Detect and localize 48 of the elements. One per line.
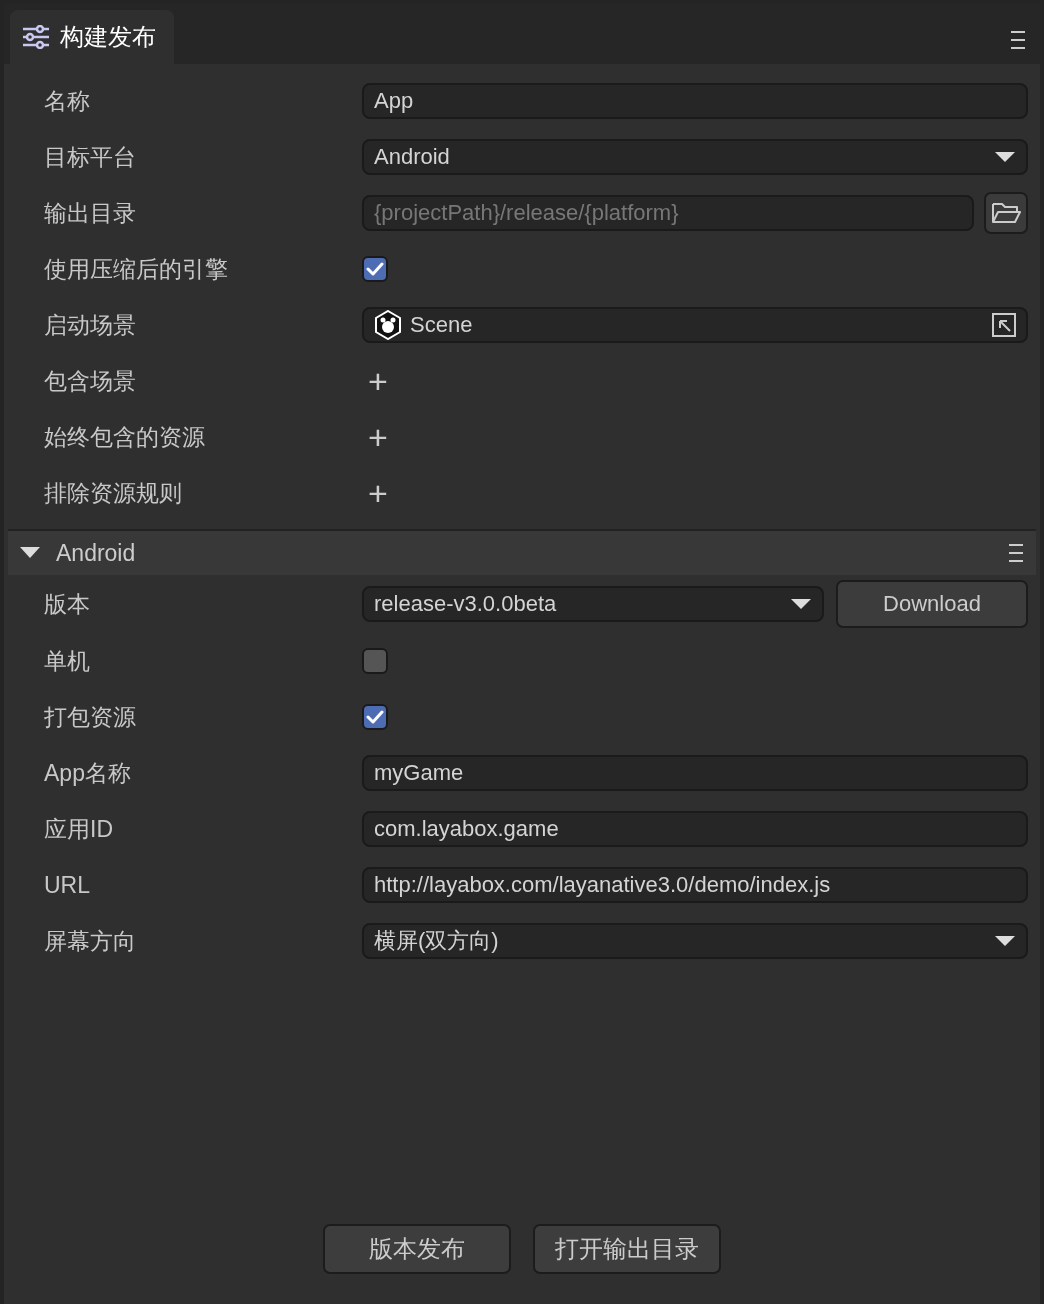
locate-icon[interactable] — [992, 313, 1016, 337]
field-label: URL — [44, 871, 91, 899]
text-field[interactable]: com.layabox.game — [362, 811, 1028, 847]
download-button[interactable]: Download — [836, 580, 1028, 628]
scene-icon — [374, 310, 402, 340]
field-label: 启动场景 — [44, 310, 137, 340]
add-button[interactable]: + — [368, 364, 388, 398]
sliders-icon — [22, 25, 50, 49]
checkbox[interactable] — [362, 256, 388, 282]
field-label: 应用ID — [44, 814, 114, 844]
field-label: App名称 — [44, 758, 132, 788]
text-field[interactable]: myGame — [362, 755, 1028, 791]
action-button[interactable]: 版本发布 — [323, 1224, 511, 1274]
field-label: 使用压缩后的引擎 — [44, 254, 229, 284]
checkbox[interactable] — [362, 704, 388, 730]
field-label: 版本 — [44, 589, 91, 619]
folder-icon[interactable] — [984, 192, 1028, 234]
field-label: 屏幕方向 — [44, 926, 137, 956]
dropdown-field[interactable]: release-v3.0.0beta — [362, 586, 824, 622]
checkbox[interactable] — [362, 648, 388, 674]
text-field[interactable]: http://layabox.com/layanative3.0/demo/index.js — [362, 867, 1028, 903]
dropdown-field[interactable]: 横屏(双方向) — [362, 923, 1028, 959]
panel-tab[interactable]: 构建发布 — [10, 10, 174, 64]
section-title: Android — [56, 539, 137, 567]
field-label: 打包资源 — [44, 702, 137, 732]
field-label: 包含场景 — [44, 366, 137, 396]
action-button[interactable]: 打开输出目录 — [533, 1224, 721, 1274]
checkmark-icon — [366, 262, 384, 276]
field-label: 排除资源规则 — [44, 478, 183, 508]
field-label: 始终包含的资源 — [44, 422, 206, 452]
dropdown-field[interactable]: Android — [362, 139, 1028, 175]
dropdown-caret-icon — [994, 935, 1016, 947]
tab-title: 构建发布 — [60, 22, 156, 52]
menu-icon[interactable] — [1010, 30, 1026, 50]
section-header[interactable]: Android — [8, 529, 1036, 575]
field-label: 名称 — [44, 86, 91, 116]
add-button[interactable]: + — [368, 420, 388, 454]
field-label: 输出目录 — [44, 198, 137, 228]
menu-icon[interactable] — [1008, 543, 1024, 563]
field-label: 单机 — [44, 646, 91, 676]
dropdown-caret-icon — [790, 598, 812, 610]
dropdown-caret-icon — [994, 151, 1016, 163]
field-label: 目标平台 — [44, 142, 137, 172]
scene-field[interactable]: Scene — [362, 307, 1028, 343]
add-button[interactable]: + — [368, 476, 388, 510]
path-field[interactable]: {projectPath}/release/{platform} — [362, 195, 974, 231]
checkmark-icon — [366, 710, 384, 724]
text-field[interactable]: App — [362, 83, 1028, 119]
